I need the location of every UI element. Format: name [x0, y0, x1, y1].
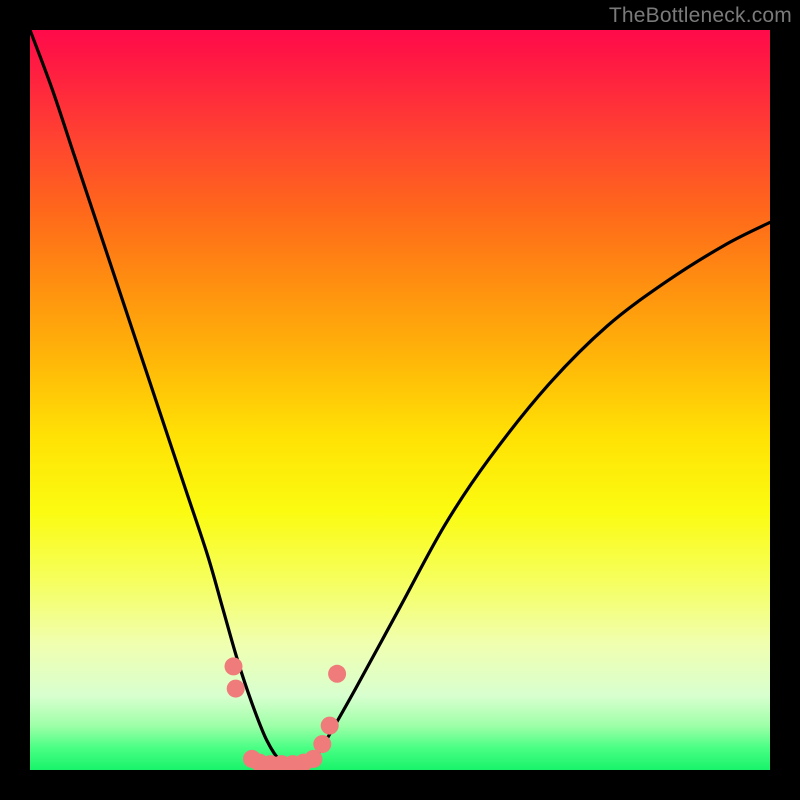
- plot-area: [30, 30, 770, 770]
- chart-frame: TheBottleneck.com: [0, 0, 800, 800]
- highlight-dot: [328, 665, 346, 683]
- bottleneck-curve: [30, 30, 770, 770]
- highlight-dot: [225, 657, 243, 675]
- highlight-dot: [227, 680, 245, 698]
- curve-layer: [30, 30, 770, 770]
- highlight-dot: [313, 735, 331, 753]
- watermark-text: TheBottleneck.com: [609, 4, 792, 28]
- highlight-dot: [321, 717, 339, 735]
